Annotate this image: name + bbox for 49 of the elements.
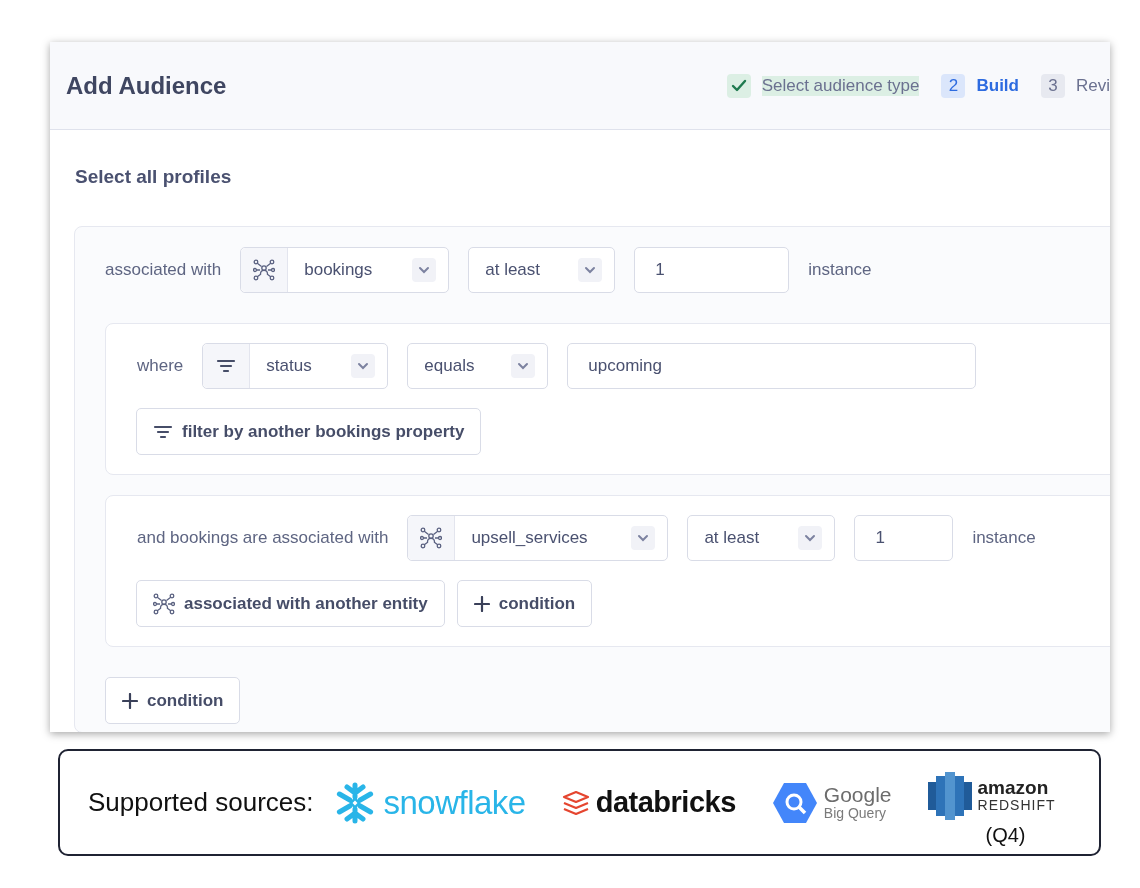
cylinders-icon: [927, 771, 972, 820]
product-name: Big Query: [823, 806, 887, 821]
dropdown[interactable]: equals: [407, 343, 549, 389]
step-number: 2: [941, 73, 966, 98]
dropdown[interactable]: bookings: [240, 247, 450, 293]
step-label[interactable]: Revi: [1076, 75, 1110, 96]
filter-button[interactable]: filter by another bookings property: [136, 408, 482, 455]
input-field[interactable]: 1: [854, 515, 954, 561]
chevron-down-icon: [511, 354, 536, 378]
chevron-down-icon: [351, 354, 376, 378]
unit-label: instance: [972, 528, 1036, 548]
sources-label: Supported sources:: [88, 787, 314, 818]
chevron-down-icon: [798, 526, 823, 550]
unit-label: instance: [808, 260, 872, 280]
product-name: REDSHIFT: [977, 798, 1056, 813]
add-button[interactable]: condition: [456, 580, 593, 627]
brand-name: databricks: [595, 786, 736, 819]
input-field[interactable]: upcoming: [567, 343, 977, 389]
brand-name: amazon: [977, 778, 1050, 799]
network-icon: [253, 259, 276, 281]
section-heading: Select all profiles: [75, 166, 233, 188]
hexagon-magnifier-icon: [771, 781, 818, 824]
chevron-down-icon: [631, 526, 656, 550]
page-title: Add Audience: [66, 71, 228, 100]
filter-icon: [153, 423, 173, 440]
brand-name: Google: [823, 784, 892, 807]
brand-name: snowflake: [383, 783, 526, 822]
condition-label: and bookings are associated with: [137, 528, 389, 548]
dropdown[interactable]: status: [202, 343, 389, 389]
condition-label: where: [137, 356, 184, 376]
network-icon: [153, 592, 175, 615]
filter-icon: [216, 358, 237, 374]
plus-icon: [473, 595, 490, 612]
plus-icon: [122, 692, 138, 709]
input-field[interactable]: 1: [634, 247, 790, 293]
stacked-layers-icon: [561, 789, 590, 816]
add-button[interactable]: condition: [105, 677, 241, 724]
entity-button[interactable]: associated with another entity: [136, 580, 445, 627]
step-label[interactable]: Build: [976, 75, 1019, 96]
condition-label: associated with: [105, 260, 222, 280]
network-icon: [420, 527, 443, 549]
availability-note: (Q4): [985, 823, 1026, 847]
dropdown[interactable]: at least: [468, 247, 616, 293]
chevron-down-icon: [412, 258, 437, 282]
dropdown[interactable]: upsell_services: [407, 515, 669, 561]
step-label[interactable]: Select audience type: [761, 75, 920, 96]
dropdown[interactable]: at least: [687, 515, 836, 561]
chevron-down-icon: [578, 258, 603, 282]
step-number: 3: [1041, 73, 1065, 98]
